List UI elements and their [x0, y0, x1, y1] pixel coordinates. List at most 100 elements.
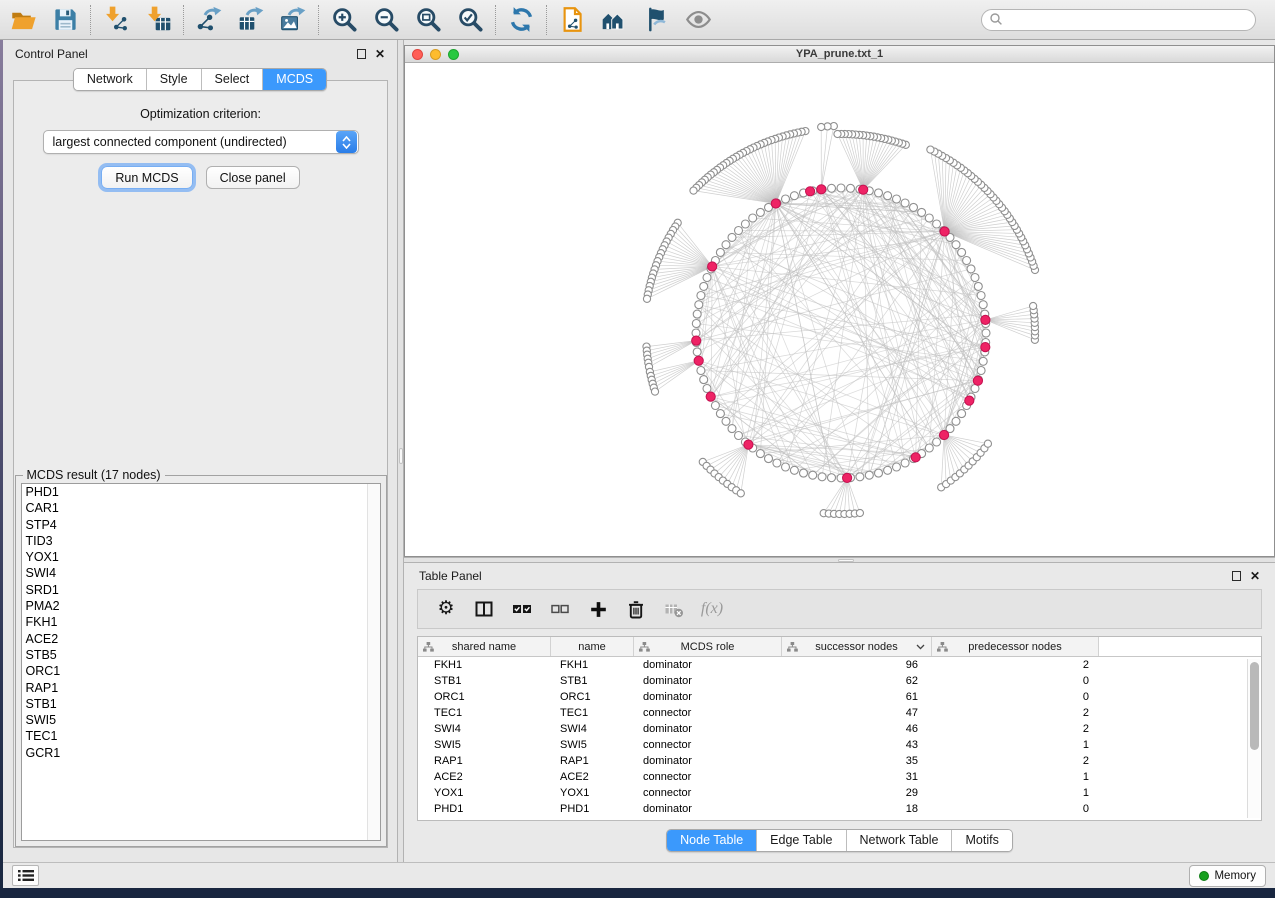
task-history-button[interactable]: [12, 865, 39, 886]
mcds-result-list[interactable]: PHD1CAR1STP4TID3YOX1SWI4SRD1PMA2FKH1ACE2…: [21, 483, 381, 841]
mcds-result-item[interactable]: SWI5: [22, 712, 380, 728]
export-image-icon[interactable]: [272, 3, 314, 37]
float-panel-icon[interactable]: [357, 49, 366, 59]
add-column-icon[interactable]: [579, 592, 617, 626]
mcds-result-item[interactable]: ACE2: [22, 631, 380, 647]
network-overview-icon[interactable]: [593, 3, 635, 37]
table-row[interactable]: ACE2ACE2connector311: [418, 769, 1261, 785]
export-network-icon[interactable]: [188, 3, 230, 37]
node-table[interactable]: shared namenameMCDS rolesuccessor nodesp…: [417, 636, 1262, 821]
mcds-result-item[interactable]: PHD1: [22, 484, 380, 500]
optimization-criterion-select[interactable]: largest connected component (undirected): [43, 130, 359, 154]
column-header-filler: [1099, 637, 1261, 656]
column-header-predecessor-nodes[interactable]: predecessor nodes: [932, 637, 1099, 656]
mcds-result-item[interactable]: STB5: [22, 647, 380, 663]
eye-icon[interactable]: [677, 3, 719, 37]
deselect-all-icon[interactable]: [541, 592, 579, 626]
delete-column-icon[interactable]: [617, 592, 655, 626]
cell-mcds-role: connector: [634, 739, 782, 751]
mcds-result-item[interactable]: SRD1: [22, 582, 380, 598]
tab-select[interactable]: Select: [202, 69, 264, 90]
memory-button[interactable]: Memory: [1189, 865, 1266, 887]
mcds-result-item[interactable]: ORC1: [22, 663, 380, 679]
zoom-fit-icon[interactable]: [407, 3, 449, 37]
cell-name: TEC1: [551, 707, 634, 719]
mcds-result-item[interactable]: STP4: [22, 517, 380, 533]
tab-mcds[interactable]: MCDS: [263, 69, 326, 90]
float-panel-icon[interactable]: [1232, 571, 1241, 581]
mcds-result-item[interactable]: FKH1: [22, 614, 380, 630]
cell-predecessor-nodes: 0: [932, 691, 1099, 703]
tab-node-table[interactable]: Node Table: [667, 830, 757, 851]
cell-mcds-role: dominator: [634, 803, 782, 815]
vertical-splitter[interactable]: [397, 40, 404, 862]
splitter-handle[interactable]: [399, 448, 403, 464]
function-builder-icon[interactable]: f(x): [693, 592, 731, 626]
refresh-icon[interactable]: [500, 3, 542, 37]
flag-icon[interactable]: [635, 3, 677, 37]
zoom-selected-icon[interactable]: [449, 3, 491, 37]
export-table-icon[interactable]: [230, 3, 272, 37]
search-box[interactable]: [981, 9, 1256, 31]
import-network-icon[interactable]: [95, 3, 137, 37]
column-header-name[interactable]: name: [551, 637, 634, 656]
table-row[interactable]: RAP1RAP1dominator352: [418, 753, 1261, 769]
mcds-result-item[interactable]: PMA2: [22, 598, 380, 614]
mcds-result-item[interactable]: RAP1: [22, 680, 380, 696]
table-row[interactable]: ORC1ORC1dominator610: [418, 689, 1261, 705]
close-panel-icon[interactable]: ✕: [375, 49, 385, 59]
mcds-result-item[interactable]: STB1: [22, 696, 380, 712]
mcds-result-item[interactable]: YOX1: [22, 549, 380, 565]
network-canvas[interactable]: [405, 63, 1274, 556]
import-table-icon[interactable]: [137, 3, 179, 37]
tab-network-table[interactable]: Network Table: [847, 830, 953, 851]
table-row[interactable]: PHD1PHD1dominator180: [418, 801, 1261, 817]
zoom-out-icon[interactable]: [365, 3, 407, 37]
cell-name: ORC1: [551, 691, 634, 703]
mcds-result-item[interactable]: TID3: [22, 533, 380, 549]
cell-mcds-role: dominator: [634, 723, 782, 735]
cell-shared-name: YOX1: [418, 787, 551, 799]
table-row[interactable]: FKH1FKH1dominator962: [418, 657, 1261, 673]
run-mcds-button[interactable]: Run MCDS: [101, 166, 192, 189]
list-scrollbar[interactable]: [367, 484, 380, 840]
column-header-MCDS-role[interactable]: MCDS role: [634, 637, 782, 656]
mcds-result-item[interactable]: TEC1: [22, 728, 380, 744]
horizontal-splitter[interactable]: [404, 557, 1275, 563]
tab-edge-table[interactable]: Edge Table: [757, 830, 846, 851]
mcds-result-item[interactable]: SWI4: [22, 565, 380, 581]
tab-motifs[interactable]: Motifs: [952, 830, 1011, 851]
close-panel-icon[interactable]: ✕: [1250, 571, 1260, 581]
cell-mcds-role: dominator: [634, 755, 782, 767]
table-row[interactable]: SWI5SWI5connector431: [418, 737, 1261, 753]
table-row[interactable]: YOX1YOX1connector291: [418, 785, 1261, 801]
delete-table-icon[interactable]: [655, 592, 693, 626]
column-header-successor-nodes[interactable]: successor nodes: [782, 637, 932, 656]
open-file-icon[interactable]: [2, 3, 44, 37]
cell-successor-nodes: 96: [782, 659, 932, 671]
network-window-titlebar[interactable]: YPA_prune.txt_1: [405, 46, 1274, 63]
table-row[interactable]: SWI4SWI4dominator462: [418, 721, 1261, 737]
mcds-result-item[interactable]: CAR1: [22, 500, 380, 516]
settings-gear-icon[interactable]: ⚙: [427, 592, 465, 626]
zoom-in-icon[interactable]: [323, 3, 365, 37]
tab-style[interactable]: Style: [147, 69, 202, 90]
splitter-handle[interactable]: [838, 559, 854, 562]
cell-mcds-role: connector: [634, 787, 782, 799]
tab-network[interactable]: Network: [74, 69, 147, 90]
select-all-icon[interactable]: [503, 592, 541, 626]
toggle-panels-icon[interactable]: [465, 592, 503, 626]
mcds-result-title: MCDS result (17 nodes): [23, 468, 165, 482]
column-header-shared-name[interactable]: shared name: [418, 637, 551, 656]
table-row[interactable]: STB1STB1dominator620: [418, 673, 1261, 689]
search-input[interactable]: [1003, 13, 1255, 27]
scrollbar-thumb[interactable]: [1250, 662, 1259, 750]
cell-name: ACE2: [551, 771, 634, 783]
table-row[interactable]: TEC1TEC1connector472: [418, 705, 1261, 721]
save-session-icon[interactable]: [44, 3, 86, 37]
cell-shared-name: SWI4: [418, 723, 551, 735]
share-document-icon[interactable]: [551, 3, 593, 37]
close-panel-button[interactable]: Close panel: [206, 166, 300, 189]
mcds-result-item[interactable]: GCR1: [22, 745, 380, 761]
table-scrollbar[interactable]: [1247, 659, 1260, 818]
